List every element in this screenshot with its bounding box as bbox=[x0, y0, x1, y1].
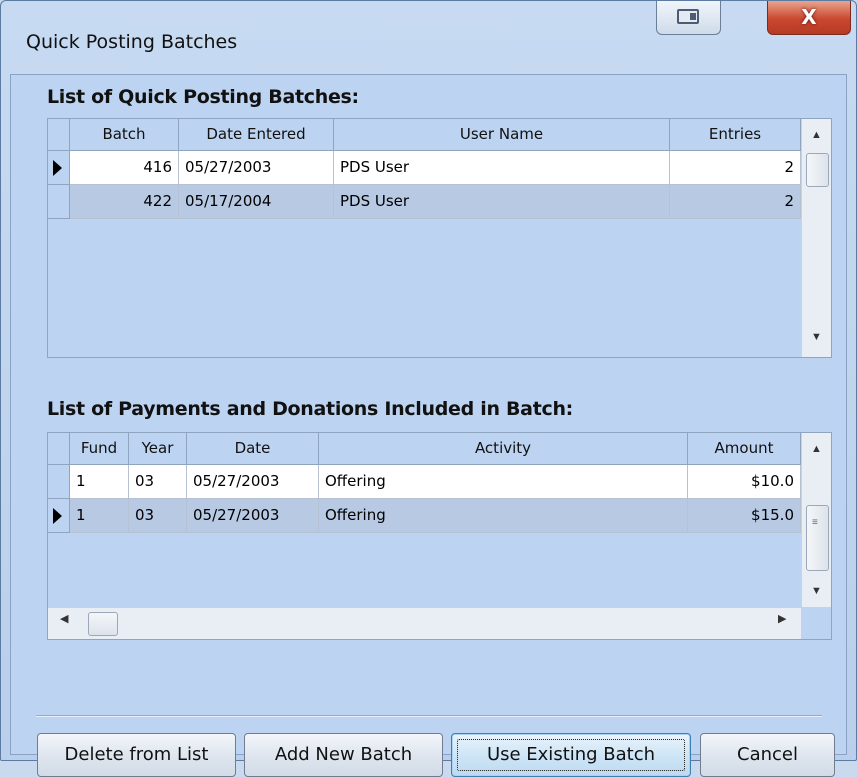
scroll-up-icon[interactable]: ▲ bbox=[802, 443, 831, 455]
cell-amount[interactable]: $15.0 bbox=[688, 499, 801, 533]
scroll-down-icon[interactable]: ▼ bbox=[802, 331, 831, 343]
scroll-up-icon[interactable]: ▲ bbox=[802, 129, 831, 141]
row-indicator-header bbox=[48, 119, 70, 151]
column-header-activity[interactable]: Activity bbox=[319, 433, 688, 465]
focus-rect bbox=[457, 739, 685, 771]
batches-grid[interactable]: Batch Date Entered User Name Entries 416… bbox=[47, 118, 832, 358]
cell-activity[interactable]: Offering bbox=[319, 499, 688, 533]
cell-entries[interactable]: 2 bbox=[670, 151, 801, 185]
batches-vertical-scrollbar[interactable]: ▲ ▼ bbox=[801, 119, 831, 357]
grip-icon: ≡ bbox=[812, 517, 818, 528]
scroll-down-icon[interactable]: ▼ bbox=[802, 585, 831, 597]
cell-entries[interactable]: 2 bbox=[670, 185, 801, 219]
cell-date-entered[interactable]: 05/17/2004 bbox=[179, 185, 334, 219]
title-bar[interactable]: Quick Posting Batches X bbox=[1, 1, 856, 83]
row-indicator bbox=[48, 185, 70, 219]
column-header-entries[interactable]: Entries bbox=[670, 119, 801, 151]
payments-section-title: List of Payments and Donations Included … bbox=[47, 398, 573, 420]
current-row-arrow-icon bbox=[53, 508, 62, 524]
close-button[interactable]: X bbox=[767, 1, 851, 35]
column-header-batch[interactable]: Batch bbox=[70, 119, 179, 151]
row-indicator bbox=[48, 151, 70, 185]
cell-user-name[interactable]: PDS User bbox=[334, 151, 670, 185]
cell-amount[interactable]: $10.0 bbox=[688, 465, 801, 499]
row-indicator bbox=[48, 499, 70, 533]
cell-activity[interactable]: Offering bbox=[319, 465, 688, 499]
payments-horizontal-scrollbar[interactable]: ◀ ▶ bbox=[48, 607, 801, 639]
column-header-date[interactable]: Date bbox=[187, 433, 319, 465]
use-existing-batch-button[interactable]: Use Existing Batch bbox=[451, 733, 691, 777]
cell-batch[interactable]: 422 bbox=[70, 185, 179, 219]
row-indicator bbox=[48, 465, 70, 499]
close-icon: X bbox=[801, 5, 817, 29]
cell-date[interactable]: 05/27/2003 bbox=[187, 499, 319, 533]
cell-fund[interactable]: 1 bbox=[70, 465, 129, 499]
cell-user-name[interactable]: PDS User bbox=[334, 185, 670, 219]
scroll-left-icon[interactable]: ◀ bbox=[60, 612, 68, 625]
current-row-arrow-icon bbox=[53, 160, 62, 176]
cancel-button[interactable]: Cancel bbox=[700, 733, 835, 777]
cell-date[interactable]: 05/27/2003 bbox=[187, 465, 319, 499]
scroll-thumb[interactable] bbox=[88, 612, 118, 636]
payments-grid[interactable]: Fund Year Date Activity Amount 1 03 05/2… bbox=[47, 432, 832, 640]
payments-vertical-scrollbar[interactable]: ▲ ≡ ▼ bbox=[801, 433, 831, 607]
cell-year[interactable]: 03 bbox=[129, 499, 187, 533]
cell-year[interactable]: 03 bbox=[129, 465, 187, 499]
column-header-user-name[interactable]: User Name bbox=[334, 119, 670, 151]
row-indicator-header bbox=[48, 433, 70, 465]
footer-separator bbox=[36, 715, 822, 717]
scroll-thumb[interactable] bbox=[806, 153, 829, 187]
column-header-date-entered[interactable]: Date Entered bbox=[179, 119, 334, 151]
restore-icon bbox=[677, 9, 699, 24]
window-title: Quick Posting Batches bbox=[26, 31, 238, 53]
scroll-thumb[interactable]: ≡ bbox=[806, 505, 829, 571]
column-header-amount[interactable]: Amount bbox=[688, 433, 801, 465]
delete-from-list-button[interactable]: Delete from List bbox=[37, 733, 236, 777]
batches-section-title: List of Quick Posting Batches: bbox=[47, 86, 359, 108]
column-header-fund[interactable]: Fund bbox=[70, 433, 129, 465]
column-header-year[interactable]: Year bbox=[129, 433, 187, 465]
scroll-right-icon[interactable]: ▶ bbox=[778, 612, 786, 625]
cell-fund[interactable]: 1 bbox=[70, 499, 129, 533]
cell-date-entered[interactable]: 05/27/2003 bbox=[179, 151, 334, 185]
add-new-batch-button[interactable]: Add New Batch bbox=[244, 733, 443, 777]
cell-batch[interactable]: 416 bbox=[70, 151, 179, 185]
restore-button[interactable] bbox=[656, 1, 721, 35]
